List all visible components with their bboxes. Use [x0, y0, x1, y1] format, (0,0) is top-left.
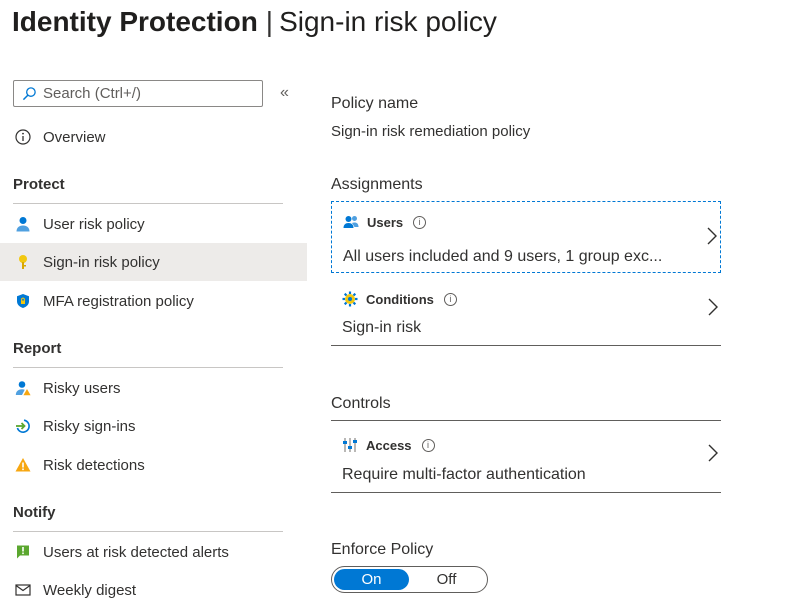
- mail-icon: [14, 581, 32, 599]
- shield-icon: [14, 292, 32, 310]
- sidebar-item-label: Weekly digest: [43, 581, 137, 599]
- access-row-title: Access: [366, 437, 412, 453]
- assignments-heading: Assignments: [331, 176, 423, 193]
- search-icon: [22, 87, 36, 101]
- controls-heading: Controls: [331, 395, 391, 412]
- alert-flag-icon: [14, 543, 32, 561]
- divider: [331, 345, 721, 346]
- gear-icon: [342, 291, 358, 307]
- chevron-right-icon: [707, 227, 717, 245]
- sidebar-item-sign-in-risk-policy[interactable]: Sign-in risk policy: [0, 243, 307, 281]
- divider: [13, 531, 283, 532]
- section-notify: Notify: [13, 504, 56, 521]
- sliders-icon: [342, 437, 358, 453]
- conditions-row[interactable]: Conditions i Sign-in risk: [331, 273, 721, 345]
- title-separator: |: [265, 6, 274, 37]
- sidebar-item-label: Risky users: [43, 379, 121, 397]
- access-row-summary: Require multi-factor authentication: [342, 466, 586, 483]
- info-icon[interactable]: i: [443, 292, 457, 306]
- toggle-on-option[interactable]: On: [334, 569, 409, 590]
- users-row-title: Users: [367, 214, 404, 230]
- section-report: Report: [13, 340, 62, 357]
- sidebar-item-label: User risk policy: [43, 215, 145, 233]
- sidebar-item-label: Overview: [43, 128, 106, 146]
- info-icon[interactable]: i: [413, 215, 427, 229]
- users-icon: [343, 214, 359, 230]
- sidebar-item-label: Risk detections: [43, 456, 145, 474]
- divider: [331, 492, 721, 493]
- info-icon[interactable]: i: [421, 438, 435, 452]
- user-icon: [14, 215, 32, 233]
- users-row-summary: All users included and 9 users, 1 group …: [343, 248, 663, 265]
- sidebar-item-risk-detections[interactable]: Risk detections: [0, 446, 307, 484]
- page-title-main: Identity Protection: [12, 6, 258, 37]
- conditions-row-title: Conditions: [366, 291, 434, 307]
- users-assignment-row[interactable]: Users i All users included and 9 users, …: [331, 201, 721, 273]
- key-icon: [14, 253, 32, 271]
- sidebar-item-risky-users[interactable]: Risky users: [0, 369, 307, 407]
- conditions-row-summary: Sign-in risk: [342, 319, 422, 336]
- chevron-right-icon: [708, 298, 718, 316]
- policy-name-value: Sign-in risk remediation policy: [331, 123, 531, 140]
- access-row[interactable]: Access i Require multi-factor authentica…: [331, 421, 721, 492]
- enforce-policy-toggle[interactable]: On Off: [331, 566, 488, 593]
- sidebar-item-weekly-digest[interactable]: Weekly digest: [0, 571, 307, 609]
- divider: [13, 367, 283, 368]
- page-title: Identity Protection | Sign-in risk policy: [12, 4, 497, 40]
- risky-user-icon: [14, 379, 32, 397]
- chevron-right-icon: [708, 444, 718, 462]
- sidebar-item-label: Users at risk detected alerts: [43, 543, 229, 561]
- sidebar-item-overview[interactable]: Overview: [0, 118, 307, 156]
- sidebar-item-label: MFA registration policy: [43, 292, 194, 310]
- sidebar-item-risky-sign-ins[interactable]: Risky sign-ins: [0, 407, 307, 445]
- enforce-policy-label: Enforce Policy: [331, 541, 434, 558]
- sidebar-item-mfa-registration-policy[interactable]: MFA registration policy: [0, 282, 307, 320]
- search-input[interactable]: Search (Ctrl+/): [13, 80, 263, 107]
- page-title-sub: Sign-in risk policy: [279, 6, 497, 37]
- warning-icon: [14, 456, 32, 474]
- collapse-sidebar-button[interactable]: «: [280, 83, 289, 103]
- toggle-off-option[interactable]: Off: [409, 569, 484, 590]
- sidebar-item-user-risk-policy[interactable]: User risk policy: [0, 205, 307, 243]
- section-protect: Protect: [13, 176, 65, 193]
- search-placeholder: Search (Ctrl+/): [43, 85, 141, 102]
- divider: [13, 203, 283, 204]
- sidebar-item-label: Risky sign-ins: [43, 417, 136, 435]
- info-circle-icon: [14, 128, 32, 146]
- sidebar-item-label: Sign-in risk policy: [43, 253, 160, 271]
- sidebar-item-users-at-risk-alerts[interactable]: Users at risk detected alerts: [0, 533, 307, 571]
- policy-name-label: Policy name: [331, 95, 419, 112]
- signin-arrow-icon: [14, 417, 32, 435]
